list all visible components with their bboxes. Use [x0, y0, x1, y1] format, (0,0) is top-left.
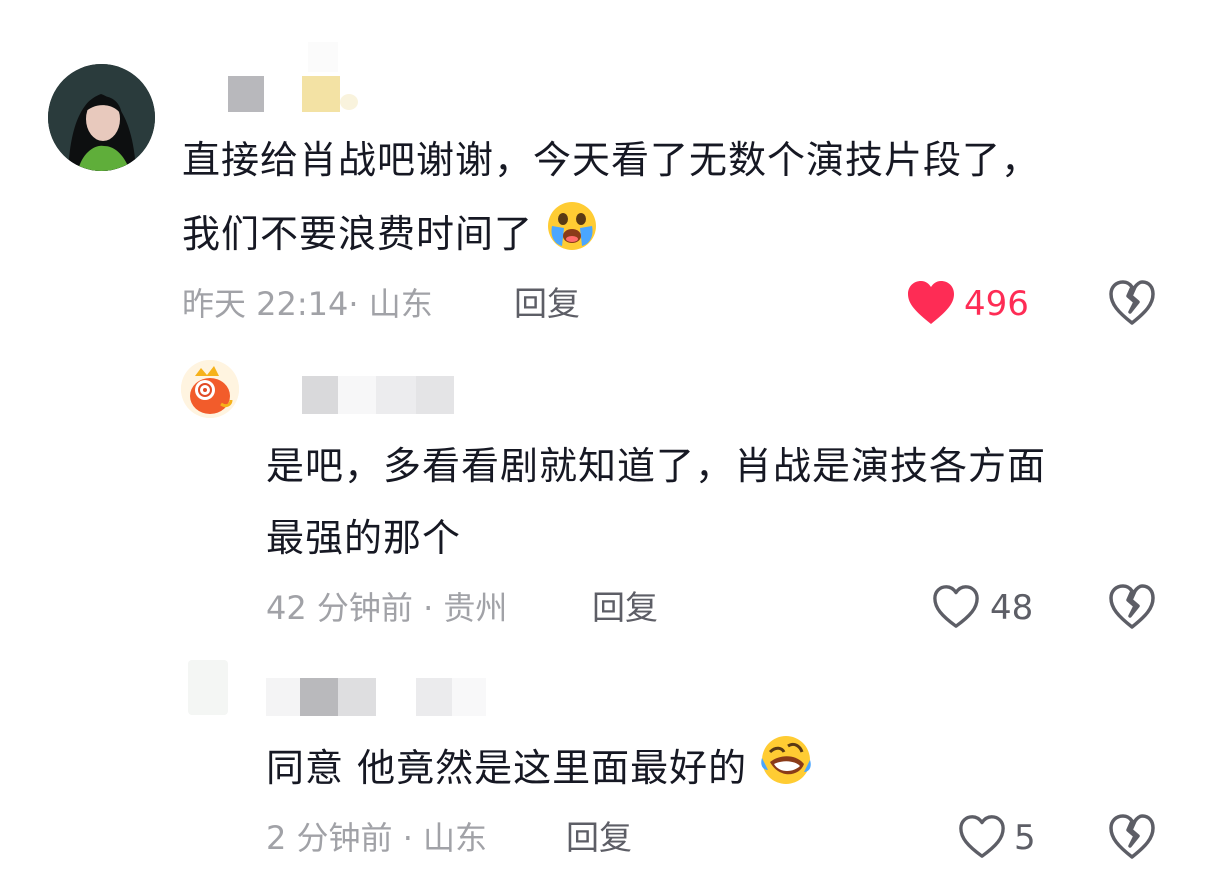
- heart-outline-icon: [959, 815, 1005, 858]
- reply-text: 同意 他竟然是这里面最好的: [266, 734, 812, 807]
- reply-username-blurred[interactable]: [302, 376, 454, 414]
- reply-avatar[interactable]: [188, 660, 228, 715]
- commenter-avatar[interactable]: [48, 64, 155, 171]
- like-count: 48: [990, 588, 1034, 628]
- reply-button[interactable]: 回复: [592, 588, 658, 628]
- like-button[interactable]: [932, 584, 980, 634]
- dislike-button[interactable]: [1108, 814, 1156, 864]
- loudly-crying-face-emoji-icon: [546, 200, 598, 273]
- comment-text-line: 直接给肖战吧谢谢，今天看了无数个演技片段了，: [182, 138, 1041, 182]
- heart-filled-icon: [908, 281, 954, 324]
- comment-text: 我们不要浪费时间了: [182, 200, 598, 273]
- commenter-username-blurred[interactable]: [228, 42, 368, 112]
- comment-meta: 昨天 22:14· 山东: [182, 285, 433, 323]
- reply-button[interactable]: 回复: [566, 818, 632, 858]
- reply-avatar[interactable]: [181, 360, 239, 418]
- dislike-button[interactable]: [1108, 584, 1156, 634]
- dislike-button[interactable]: [1108, 280, 1156, 330]
- heart-outline-icon: [933, 585, 979, 628]
- rolling-on-floor-laughing-emoji-icon: [760, 734, 812, 807]
- like-count: 496: [964, 284, 1029, 324]
- broken-heart-icon: [1109, 280, 1155, 325]
- reply-text-line: 是吧，多看看剧就知道了，肖战是演技各方面: [266, 444, 1047, 488]
- broken-heart-icon: [1109, 814, 1155, 859]
- like-button[interactable]: [906, 280, 956, 330]
- broken-heart-icon: [1109, 584, 1155, 629]
- reply-text-line: 同意 他竟然是这里面最好的: [266, 746, 748, 790]
- reply-button[interactable]: 回复: [514, 284, 580, 324]
- reply-meta: 2 分钟前 · 山东: [266, 819, 488, 857]
- comment-text-line: 我们不要浪费时间了: [182, 212, 534, 256]
- reply-username-blurred[interactable]: [266, 678, 486, 716]
- like-button[interactable]: [958, 814, 1006, 864]
- like-count: 5: [1014, 818, 1036, 858]
- avatar-cartoon: [181, 360, 239, 418]
- avatar-photo: [48, 64, 155, 171]
- reply-meta: 42 分钟前 · 贵州: [266, 589, 508, 627]
- reply-text-line: 最强的那个: [266, 516, 462, 560]
